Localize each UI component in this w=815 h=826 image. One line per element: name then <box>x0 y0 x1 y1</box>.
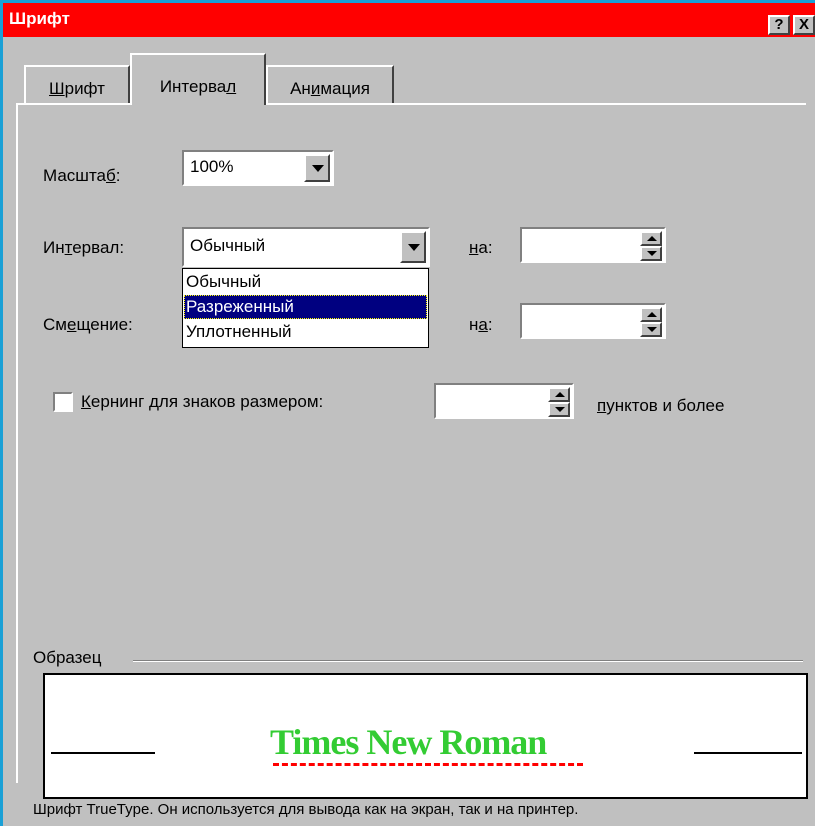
scale-dropdown-button[interactable] <box>304 154 330 182</box>
kerning-spinner[interactable] <box>434 383 574 419</box>
position-label: Смещение: <box>43 315 133 334</box>
tab-font[interactable]: Шрифт <box>24 65 130 105</box>
kerning-label[interactable]: Кернинг для знаков размером: <box>81 392 323 412</box>
dropdown-option[interactable]: Обычный <box>184 270 427 294</box>
spacing-by-label: на: <box>469 238 493 257</box>
preview-group-divider <box>133 660 803 662</box>
spinner-down-icon[interactable] <box>640 246 662 261</box>
spinner-down-icon[interactable] <box>640 322 662 337</box>
spacing-value: Обычный <box>190 236 266 255</box>
preview-box: Times New Roman <box>43 673 808 799</box>
spacing-combobox[interactable]: Обычный <box>182 227 430 267</box>
spinner-down-icon[interactable] <box>548 402 570 417</box>
kerning-checkbox[interactable] <box>53 392 73 412</box>
spacing-label: Интервал: <box>43 238 125 257</box>
tab-font-label: Шрифт <box>49 79 105 98</box>
preview-sample-text: Times New Roman <box>270 722 547 762</box>
tab-spacing-label: Интервал <box>159 77 237 96</box>
font-dialog: Шрифт ? X Шрифт Интервал Анимация Масшта… <box>3 3 815 826</box>
chevron-down-icon <box>312 165 324 172</box>
help-button[interactable]: ? <box>768 15 790 35</box>
preview-spelling-underline <box>273 763 583 766</box>
tab-animation[interactable]: Анимация <box>266 65 394 105</box>
spacing-dropdown-list: Обычный Разреженный Уплотненный <box>182 268 429 348</box>
position-by-label: на: <box>469 315 493 334</box>
chevron-down-icon <box>408 244 420 251</box>
spacing-dropdown-button[interactable] <box>400 231 426 263</box>
preview-baseline-right <box>694 752 802 754</box>
spinner-up-icon[interactable] <box>640 231 662 246</box>
spacing-by-spinner[interactable] <box>520 227 666 263</box>
tab-spacing[interactable]: Интервал <box>130 53 266 105</box>
scale-label: Масштаб: <box>43 166 121 185</box>
close-button[interactable]: X <box>793 15 815 35</box>
title-bar: Шрифт ? X <box>3 3 815 37</box>
dropdown-option-selected[interactable]: Разреженный <box>184 295 427 319</box>
spinner-up-icon[interactable] <box>548 387 570 402</box>
scale-value: 100% <box>190 157 234 176</box>
dropdown-option[interactable]: Уплотненный <box>184 320 427 344</box>
font-type-note: Шрифт TrueType. Он используется для выво… <box>33 801 579 818</box>
scale-combobox[interactable]: 100% <box>182 150 334 186</box>
kerning-suffix: пунктов и более <box>597 396 725 415</box>
spinner-up-icon[interactable] <box>640 307 662 322</box>
dialog-title: Шрифт <box>9 9 70 28</box>
tab-animation-label: Анимация <box>290 79 370 98</box>
preview-group-label: Образец <box>33 648 102 667</box>
position-by-spinner[interactable] <box>520 303 666 339</box>
preview-baseline-left <box>51 752 155 754</box>
